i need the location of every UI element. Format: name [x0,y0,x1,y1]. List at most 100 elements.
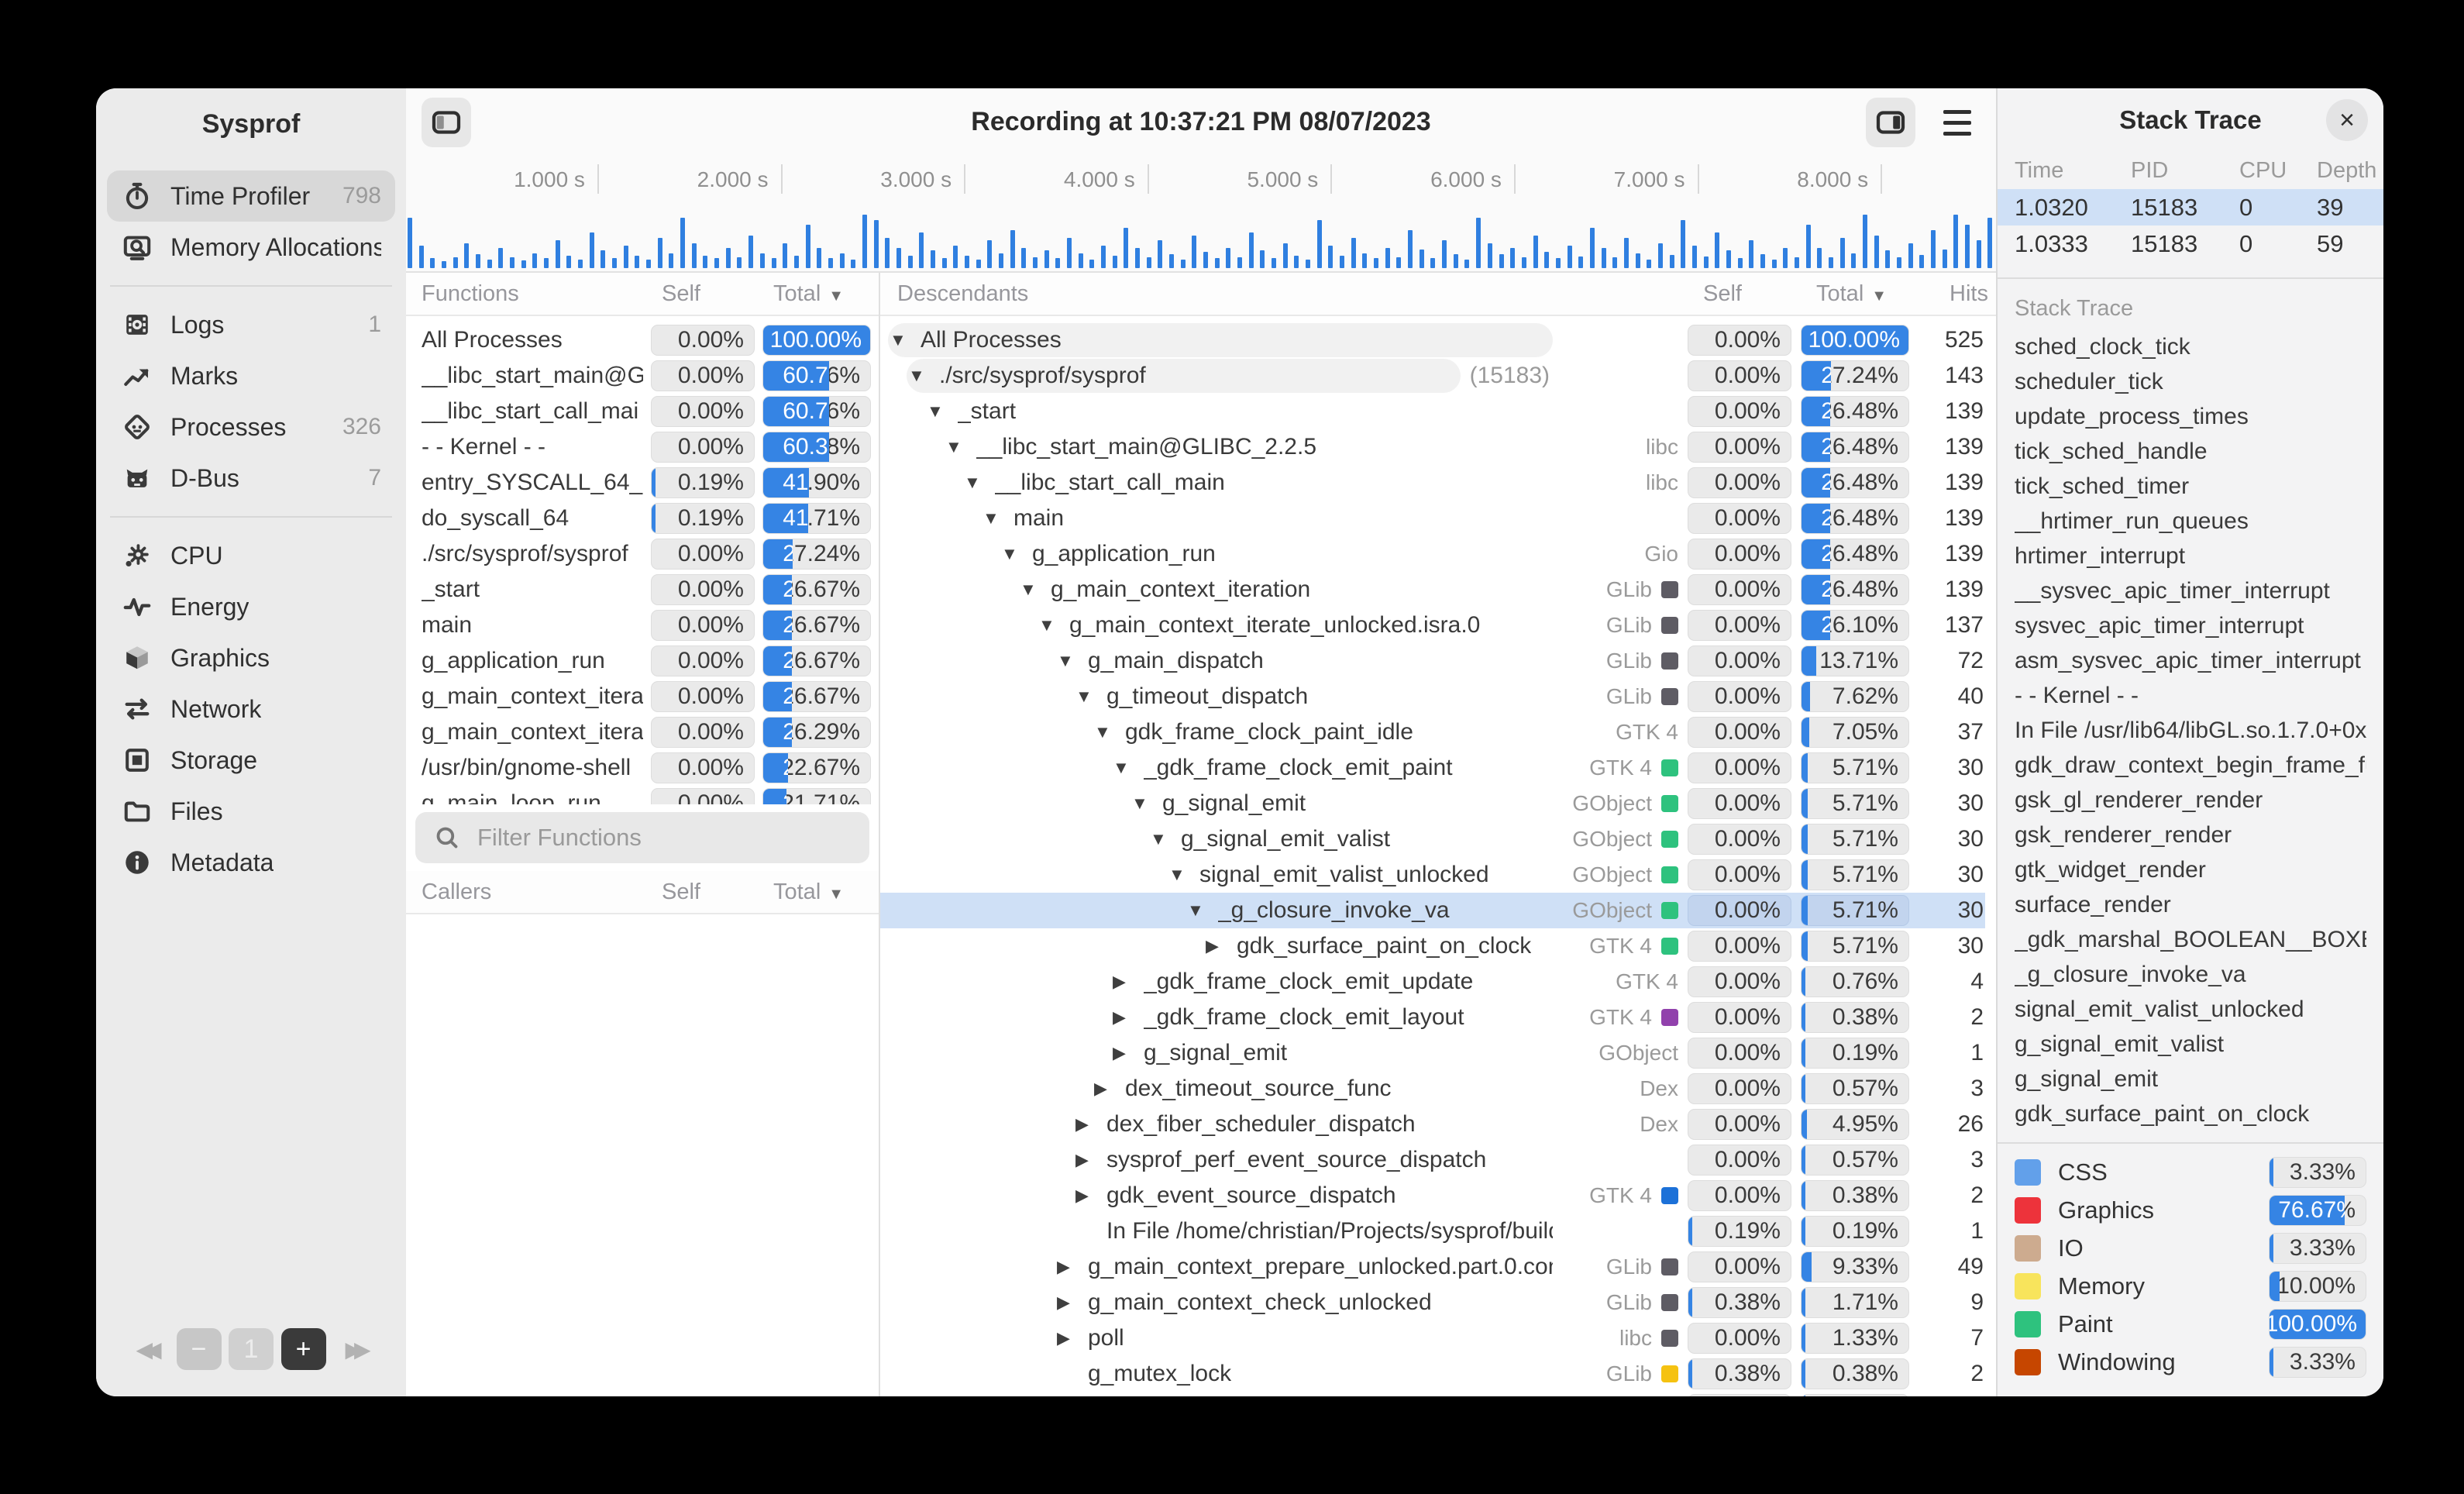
sidebar-item-metadata[interactable]: Metadata [107,837,395,888]
stack-frame[interactable]: tick_sched_handle [2015,434,2366,469]
stack-frame[interactable]: surface_render [2015,887,2366,922]
menu-button[interactable] [1936,102,1979,143]
sidebar-item-processes[interactable]: Processes326 [107,401,395,453]
descendant-row[interactable]: ▼g_timeout_dispatchGLib0.00%7.62%7.62%40 [880,679,1985,714]
stack-frame[interactable]: hrtimer_interrupt [2015,539,2366,573]
stack-frame[interactable]: update_process_times [2015,399,2366,434]
chevron-down-icon[interactable]: ▼ [1000,544,1032,564]
descendant-row[interactable]: ▶gdk_surface_paint_on_clockGTK 40.00%5.7… [880,928,1985,964]
sidebar-item-d-bus[interactable]: D-Bus7 [107,453,395,504]
descendant-row[interactable]: ▶sysprof_perf_event_source_dispatch0.00%… [880,1142,1985,1178]
function-row[interactable]: __libc_start_call_mai0.00%60.76%60.76% [422,394,871,429]
col-depth[interactable]: Depth [2317,158,2376,184]
toggle-panel-button[interactable] [1866,98,1915,147]
function-row[interactable]: ./src/sysprof/sysprof0.00%27.24%27.24% [422,536,871,572]
col-total[interactable]: Total▼ [762,281,871,307]
chevron-right-icon[interactable]: ▶ [1111,972,1144,992]
seek-backward-button[interactable]: ◀◀ [124,1328,169,1370]
stack-sample-row[interactable]: 1.032015183039 [1998,189,2383,225]
chevron-down-icon[interactable]: ▼ [1074,687,1106,707]
descendant-row[interactable]: ▼g_signal_emitGObject0.00%5.71%5.71%30 [880,786,1985,821]
chevron-right-icon[interactable]: ▶ [1204,936,1237,956]
stack-frame[interactable]: - - Kernel - - [2015,678,2366,713]
chevron-down-icon[interactable]: ▼ [1130,793,1162,814]
function-row[interactable]: g_main_loop_run0.00%21.71%21.71% [422,786,871,804]
descendant-row[interactable]: ▼_gdk_frame_clock_emit_paintGTK 40.00%5.… [880,750,1985,786]
function-row[interactable]: do_syscall_640.19%0.19%41.71%41.71% [422,501,871,536]
chevron-down-icon[interactable]: ▼ [1018,580,1051,600]
chevron-down-icon[interactable]: ▼ [981,508,1013,528]
sidebar-item-files[interactable]: Files [107,786,395,837]
col-time[interactable]: Time [2015,158,2131,184]
descendant-row[interactable]: ▼All Processes0.00%100.00%100.00%525 [880,322,1985,358]
col-pid[interactable]: PID [2131,158,2239,184]
descendant-row[interactable]: ▼./src/sysprof/sysprof(15183)0.00%27.24%… [880,358,1985,394]
stack-frame[interactable]: g_signal_emit [2015,1062,2366,1096]
descendant-row[interactable]: ▼g_main_context_iterate_unlocked.isra.0G… [880,608,1985,643]
stack-frame[interactable]: sysvec_apic_timer_interrupt [2015,608,2366,643]
col-descendants[interactable]: Descendants [897,281,1557,307]
stack-frame[interactable]: gdk_surface_paint_on_clock [2015,1096,2366,1131]
col-hits[interactable]: Hits [1923,281,1988,307]
col-cpu[interactable]: CPU [2239,158,2317,184]
stack-frame[interactable]: __hrtimer_run_queues [2015,504,2366,539]
chevron-right-icon[interactable]: ▶ [1074,1114,1106,1134]
sidebar-item-energy[interactable]: Energy [107,581,395,632]
zoom-out-button[interactable]: − [177,1328,222,1370]
chevron-right-icon[interactable]: ▶ [1055,1257,1088,1277]
descendant-row[interactable]: In File /home/christian/Projects/sysprof… [880,1213,1985,1249]
col-total[interactable]: Total▼ [762,880,871,905]
chevron-right-icon[interactable]: ▶ [1111,1007,1144,1028]
function-row[interactable]: __libc_start_main@G0.00%60.76%60.76% [422,358,871,394]
descendant-row[interactable]: ▶gdk_event_source_dispatchGTK 40.00%0.38… [880,1178,1985,1213]
chevron-right-icon[interactable]: ▶ [1111,1043,1144,1063]
col-total[interactable]: Total▼ [1805,281,1914,307]
function-row[interactable]: g_main_context_itera0.00%26.67%26.67% [422,679,871,714]
col-callers[interactable]: Callers [422,880,643,905]
stack-frame[interactable]: gtk_widget_render [2015,852,2366,887]
sidebar-item-logs[interactable]: Logs1 [107,299,395,350]
chevron-right-icon[interactable]: ▶ [1055,1293,1088,1313]
function-row[interactable]: All Processes0.00%100.00%100.00% [422,322,871,358]
seek-forward-button[interactable]: ▶▶ [333,1328,378,1370]
chevron-down-icon[interactable]: ▼ [944,437,976,457]
col-functions[interactable]: Functions [422,281,643,307]
function-row[interactable]: g_main_context_itera0.00%26.29%26.29% [422,714,871,750]
chevron-down-icon[interactable]: ▼ [1148,829,1181,849]
stack-frame[interactable]: _g_closure_invoke_va [2015,957,2366,992]
stack-frame[interactable]: gsk_renderer_render [2015,818,2366,852]
chevron-right-icon[interactable]: ▶ [1074,1186,1106,1206]
descendant-row[interactable]: ▼_start0.00%26.48%26.48%139 [880,394,1985,429]
descendant-row[interactable]: ▶__GI___clone3libc0.00%0.38%0.38%2 [880,1392,1985,1396]
function-row[interactable]: g_application_run0.00%26.67%26.67% [422,643,871,679]
chevron-right-icon[interactable]: ▶ [1074,1150,1106,1170]
chevron-down-icon[interactable]: ▼ [1055,651,1088,671]
function-row[interactable]: main0.00%26.67%26.67% [422,608,871,643]
descendant-row[interactable]: ▼__libc_start_main@GLIBC_2.2.5libc0.00%2… [880,429,1985,465]
stack-sample-row[interactable]: 1.033315183059 [1998,225,2383,262]
descendant-row[interactable]: ▶polllibc0.00%1.33%1.33%7 [880,1320,1985,1356]
stack-frame[interactable]: asm_sysvec_apic_timer_interrupt [2015,643,2366,678]
descendant-row[interactable]: ▶_gdk_frame_clock_emit_updateGTK 40.00%0… [880,964,1985,1000]
stack-frame[interactable]: tick_sched_timer [2015,469,2366,504]
descendant-row[interactable]: ▼main0.00%26.48%26.48%139 [880,501,1985,536]
descendant-row[interactable]: ▼_g_closure_invoke_vaGObject0.00%5.71%5.… [880,893,1985,928]
descendant-row[interactable]: ▼g_main_context_iterationGLib0.00%26.48%… [880,572,1985,608]
sidebar-item-memory-allocations[interactable]: Memory Allocations [107,222,395,273]
sidebar-item-time-profiler[interactable]: Time Profiler798 [107,170,395,222]
sidebar-item-storage[interactable]: Storage [107,735,395,786]
chevron-down-icon[interactable]: ▼ [962,473,995,493]
stack-frame[interactable]: _gdk_marshal_BOOLEAN__BOXEDv [2015,922,2366,957]
sidebar-item-marks[interactable]: Marks [107,350,395,401]
col-self[interactable]: Self [651,880,755,905]
timeline-ruler[interactable]: 1.000 s2.000 s3.000 s4.000 s5.000 s6.000… [406,155,1996,273]
descendant-row[interactable]: ▼signal_emit_valist_unlockedGObject0.00%… [880,857,1985,893]
stack-frame[interactable]: gsk_gl_renderer_render [2015,783,2366,818]
stack-frame[interactable]: signal_emit_valist_unlocked [2015,992,2366,1027]
chevron-down-icon[interactable]: ▼ [1186,900,1218,921]
chevron-down-icon[interactable]: ▼ [1167,865,1199,885]
filter-functions-input[interactable] [476,823,854,852]
descendant-row[interactable]: ▶dex_timeout_source_funcDex0.00%0.57%0.5… [880,1071,1985,1107]
function-row[interactable]: /usr/bin/gnome-shell0.00%22.67%22.67% [422,750,871,786]
chevron-right-icon[interactable]: ▶ [1093,1079,1125,1099]
